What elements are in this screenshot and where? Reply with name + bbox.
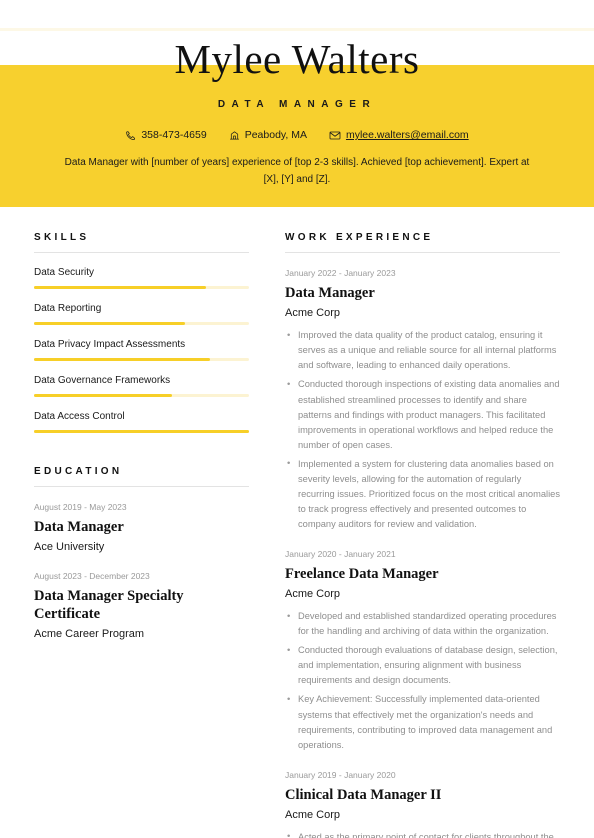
resume-body: Skills Data Security Data Reporting: [0, 207, 594, 838]
contact-location: Peabody, MA: [229, 130, 307, 141]
skill-item: Data Reporting: [34, 302, 249, 325]
skill-name: Data Governance Frameworks: [34, 375, 171, 386]
work-entry-bullets: Improved the data quality of the product…: [285, 328, 560, 532]
skill-item: Data Security: [34, 266, 249, 289]
work-entry: January 2022 - January 2023 Data Manager…: [285, 268, 560, 532]
left-column: Skills Data Security Data Reporting: [34, 207, 249, 642]
work-entry-title: Clinical Data Manager II: [285, 786, 442, 803]
education-entry-org: Acme Career Program: [34, 628, 145, 641]
contact-location-text: Peabody, MA: [244, 129, 307, 142]
education-entry: August 2023 - December 2023 Data Manager…: [34, 571, 249, 641]
work-experience-section-title: Work Experience: [285, 232, 560, 253]
education-entry-date: August 2019 - May 2023: [34, 502, 127, 512]
work-bullet: Implemented a system for clustering data…: [285, 456, 560, 532]
skill-name: Data Access Control: [34, 411, 125, 422]
location-icon: [229, 130, 240, 141]
email-icon: [329, 130, 341, 141]
contact-email[interactable]: mylee.walters@email.com: [329, 130, 469, 141]
skill-bar-fill: [34, 430, 249, 433]
skills-list: Data Security Data Reporting Data Privac…: [34, 266, 249, 433]
education-section: Education August 2019 - May 2023 Data Ma…: [34, 466, 249, 642]
skills-section-title: Skills: [34, 232, 249, 253]
skill-bar-track: [34, 394, 249, 397]
work-bullet: Developed and established standardized o…: [285, 609, 560, 639]
resume-page: Mylee Walters Data Manager 358-473-4659: [0, 0, 594, 838]
work-entry-org: Acme Corp: [285, 587, 341, 600]
phone-icon: [125, 130, 136, 141]
skill-item: Data Privacy Impact Assessments: [34, 338, 249, 361]
skill-bar-fill: [34, 286, 206, 289]
work-bullet: Conducted thorough inspections of existi…: [285, 377, 560, 452]
work-entry-date: January 2022 - January 2023: [285, 268, 396, 278]
work-entry: January 2020 - January 2021 Freelance Da…: [285, 549, 560, 753]
work-entry-title: Freelance Data Manager: [285, 565, 439, 582]
contact-email-text: mylee.walters@email.com: [345, 129, 469, 142]
skill-bar-track: [34, 322, 249, 325]
education-entry: August 2019 - May 2023 Data Manager Ace …: [34, 502, 249, 554]
skill-bar-fill: [34, 358, 211, 361]
work-entry-org: Acme Corp: [285, 307, 341, 320]
work-bullet: Conducted thorough evaluations of databa…: [285, 643, 560, 688]
right-column: Work Experience January 2022 - January 2…: [285, 207, 560, 838]
skill-name: Data Security: [34, 267, 95, 278]
work-experience-section: Work Experience January 2022 - January 2…: [285, 232, 560, 838]
work-bullet: Improved the data quality of the product…: [285, 328, 560, 373]
skills-section: Skills Data Security Data Reporting: [34, 232, 249, 433]
education-section-title: Education: [34, 466, 249, 487]
work-entry-title: Data Manager: [285, 284, 375, 301]
education-entry-title: Data Manager Specialty Certificate: [34, 588, 184, 623]
candidate-job-title: Data Manager: [217, 99, 377, 110]
contact-phone[interactable]: 358-473-4659: [125, 129, 207, 142]
education-entry-title: Data Manager: [34, 518, 124, 535]
skill-name: Data Reporting: [34, 303, 102, 314]
skill-bar-track: [34, 286, 249, 289]
work-entry-bullets: Acted as the primary point of contact fo…: [285, 829, 560, 838]
resume-header: Mylee Walters Data Manager 358-473-4659: [0, 0, 594, 207]
work-entry: January 2019 - January 2020 Clinical Dat…: [285, 770, 560, 838]
contact-phone-text: 358-473-4659: [141, 129, 207, 142]
skill-bar-track: [34, 358, 249, 361]
skill-bar-fill: [34, 394, 172, 397]
skill-bar-fill: [34, 322, 185, 325]
work-entry-bullets: Developed and established standardized o…: [285, 609, 560, 752]
contact-row: 358-473-4659 Peabody, MA mylee.walters@e…: [0, 130, 594, 141]
work-bullet: Key Achievement: Successfully implemente…: [285, 692, 560, 752]
skill-name: Data Privacy Impact Assessments: [34, 339, 186, 350]
education-entry-org: Ace University: [34, 541, 105, 554]
skill-item: Data Governance Frameworks: [34, 374, 249, 397]
skill-item: Data Access Control: [34, 410, 249, 433]
work-entry-date: January 2019 - January 2020: [285, 769, 396, 780]
education-entry-date: August 2023 - December 2023: [34, 571, 150, 582]
work-bullet: Acted as the primary point of contact fo…: [285, 829, 560, 838]
work-entry-org: Acme Corp: [285, 808, 341, 821]
candidate-name: Mylee Walters: [174, 36, 420, 82]
skill-bar-track: [34, 430, 249, 433]
work-entry-date: January 2020 - January 2021: [285, 548, 396, 559]
professional-summary: Data Manager with [number of years] expe…: [64, 157, 530, 185]
